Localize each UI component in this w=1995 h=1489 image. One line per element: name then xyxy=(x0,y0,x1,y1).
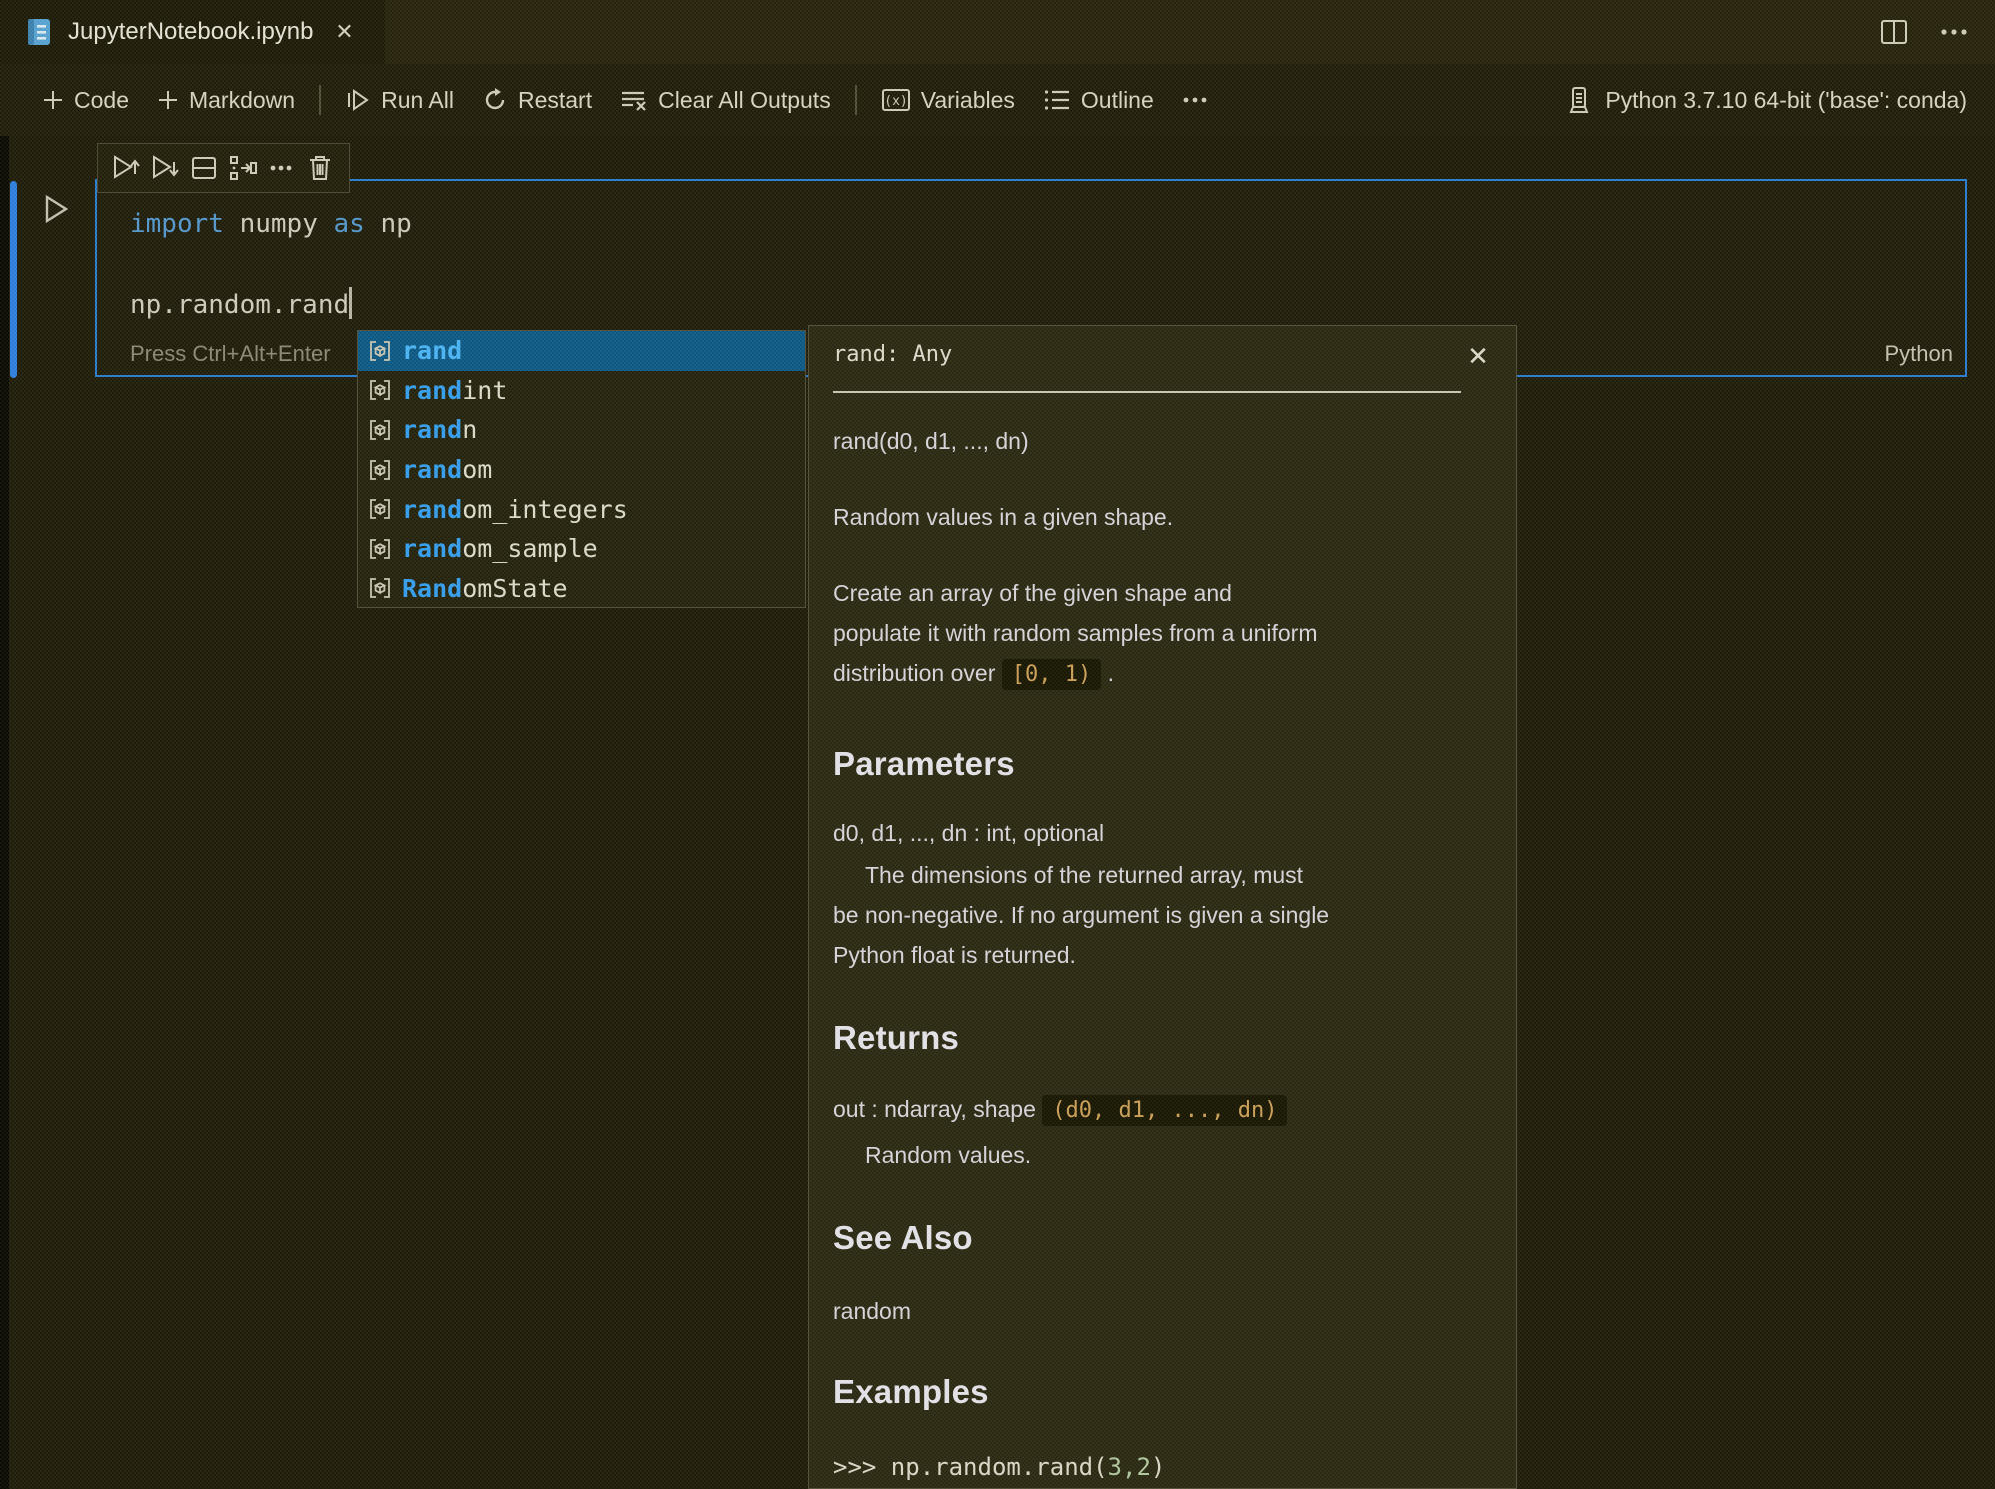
docs-parameters-body: The dimensions of the returned array, mu… xyxy=(833,862,1330,968)
close-icon[interactable]: ✕ xyxy=(1462,340,1494,372)
code-line-1[interactable]: import numpy as np xyxy=(130,209,412,239)
docs-description: Create an array of the given shape and p… xyxy=(833,573,1325,695)
docs-signature: rand(d0, d1, ..., dn) xyxy=(833,428,1029,454)
symbol-value-icon xyxy=(367,417,393,443)
docs-summary: Random values in a given shape. xyxy=(833,504,1174,530)
suggest-item-random-sample[interactable]: random_sample xyxy=(358,529,805,569)
outline-button[interactable]: Outline xyxy=(1029,81,1168,120)
inline-code: [0, 1) xyxy=(1001,659,1102,690)
suggest-item-randn[interactable]: randn xyxy=(358,410,805,450)
docs-heading-parameters: Parameters xyxy=(833,745,1015,782)
code-token-import: import xyxy=(130,209,224,239)
code-token-numpy: numpy xyxy=(223,209,334,239)
code-token-as: as xyxy=(333,209,365,239)
variables-icon: (x) xyxy=(881,87,911,113)
docs-example-code: >>> np.random.rand(3,2) array([[ 0.14022… xyxy=(833,1453,1166,1481)
run-all-icon xyxy=(345,87,371,113)
editor-actions xyxy=(1877,0,1971,64)
outline-label: Outline xyxy=(1080,86,1154,113)
suggest-item-random-integers[interactable]: random_integers xyxy=(358,489,805,529)
suggest-item-random[interactable]: random xyxy=(358,450,805,490)
restart-label: Restart xyxy=(517,86,593,113)
cell-toolbar xyxy=(97,143,350,193)
add-code-label: Code xyxy=(74,86,129,113)
code-token-nprandomrand: np.random.rand xyxy=(130,290,350,320)
delete-cell-icon[interactable] xyxy=(303,149,337,187)
suggest-details-panel: ✕ rand: Any rand(d0, d1, ..., dn) Random… xyxy=(808,325,1517,1489)
split-cell-icon[interactable] xyxy=(187,149,221,187)
notebook-toolbar: Code Markdown Run All Restart Clear All … xyxy=(0,64,1995,136)
tab-strip-empty xyxy=(385,0,1995,64)
symbol-value-icon xyxy=(367,496,393,522)
more-actions-icon[interactable] xyxy=(1937,13,1971,51)
cell-language-picker[interactable]: Python xyxy=(1885,341,1954,367)
toolbar-more-button[interactable] xyxy=(1168,90,1222,110)
tab-bar: JupyterNotebook.ipynb ✕ xyxy=(0,0,1995,64)
run-below-icon[interactable] xyxy=(149,149,183,187)
docs-parameters-signature: d0, d1, ..., dn : int, optional xyxy=(833,820,1105,846)
suggest-detail-header: rand: Any xyxy=(833,342,953,367)
toolbar-separator xyxy=(854,85,857,115)
docs-heading-returns: Returns xyxy=(833,1019,960,1056)
run-cell-button[interactable] xyxy=(42,194,70,224)
docs-returns-body: Random values. xyxy=(865,1142,1032,1168)
symbol-value-icon xyxy=(367,377,393,403)
cell-exec-hint: Press Ctrl+Alt+Enter xyxy=(130,341,331,366)
variables-button[interactable]: (x) Variables xyxy=(867,81,1029,120)
suggest-item-rand[interactable]: rand xyxy=(358,331,805,371)
editor-left-edge xyxy=(0,136,9,1489)
tab-close-icon[interactable]: ✕ xyxy=(329,17,359,47)
add-code-cell-button[interactable]: Code xyxy=(28,81,143,120)
notebook-icon xyxy=(24,17,52,47)
tab-title: JupyterNotebook.ipynb xyxy=(68,18,314,45)
restart-icon xyxy=(482,87,508,113)
clear-all-outputs-icon xyxy=(620,87,648,113)
suggest-widget: rand randint randn random random_integer… xyxy=(357,330,806,608)
symbol-value-icon xyxy=(367,536,393,562)
toolbar-separator xyxy=(319,85,322,115)
run-all-button[interactable]: Run All xyxy=(331,81,468,120)
code-line-2[interactable]: np.random.rand xyxy=(130,287,353,320)
restart-button[interactable]: Restart xyxy=(468,81,606,120)
add-markdown-cell-button[interactable]: Markdown xyxy=(143,81,309,120)
kernel-picker-label: Python 3.7.10 64-bit ('base': conda) xyxy=(1605,86,1967,113)
plus-icon xyxy=(157,89,179,111)
variables-label: Variables xyxy=(920,86,1015,113)
outline-icon xyxy=(1043,87,1071,113)
split-editor-icon[interactable] xyxy=(1877,13,1911,51)
suggest-item-randomstate[interactable]: RandomState xyxy=(358,569,805,609)
plus-icon xyxy=(42,89,64,111)
symbol-value-icon xyxy=(367,575,393,601)
svg-text:(x): (x) xyxy=(884,94,907,109)
docs-see-also-body: random xyxy=(833,1298,911,1324)
symbol-value-icon xyxy=(367,457,393,483)
symbol-value-icon xyxy=(367,338,393,364)
clear-all-outputs-label: Clear All Outputs xyxy=(658,86,831,113)
text-cursor xyxy=(349,287,353,319)
tab-jupyternotebook[interactable]: JupyterNotebook.ipynb ✕ xyxy=(0,0,386,64)
code-token-np: np xyxy=(364,209,412,239)
change-cell-type-icon[interactable] xyxy=(226,149,260,187)
add-markdown-label: Markdown xyxy=(188,86,296,113)
run-all-label: Run All xyxy=(381,86,454,113)
kernel-picker[interactable]: Python 3.7.10 64-bit ('base': conda) xyxy=(1567,85,1967,115)
ellipsis-icon xyxy=(1182,96,1208,104)
run-above-icon[interactable] xyxy=(110,149,144,187)
docs-separator xyxy=(833,391,1461,393)
python-interpreter-icon xyxy=(1567,85,1593,115)
docs-heading-examples: Examples xyxy=(833,1373,989,1410)
cell-more-icon[interactable] xyxy=(264,149,298,187)
docs-returns-line: out : ndarray, shape (d0, d1, ..., dn) xyxy=(833,1089,1486,1131)
suggest-item-randint[interactable]: randint xyxy=(358,371,805,411)
cell-focus-bar xyxy=(10,181,17,378)
inline-code: (d0, d1, ..., dn) xyxy=(1042,1095,1288,1126)
docs-heading-see-also: See Also xyxy=(833,1219,973,1256)
clear-all-outputs-button[interactable]: Clear All Outputs xyxy=(606,81,845,120)
